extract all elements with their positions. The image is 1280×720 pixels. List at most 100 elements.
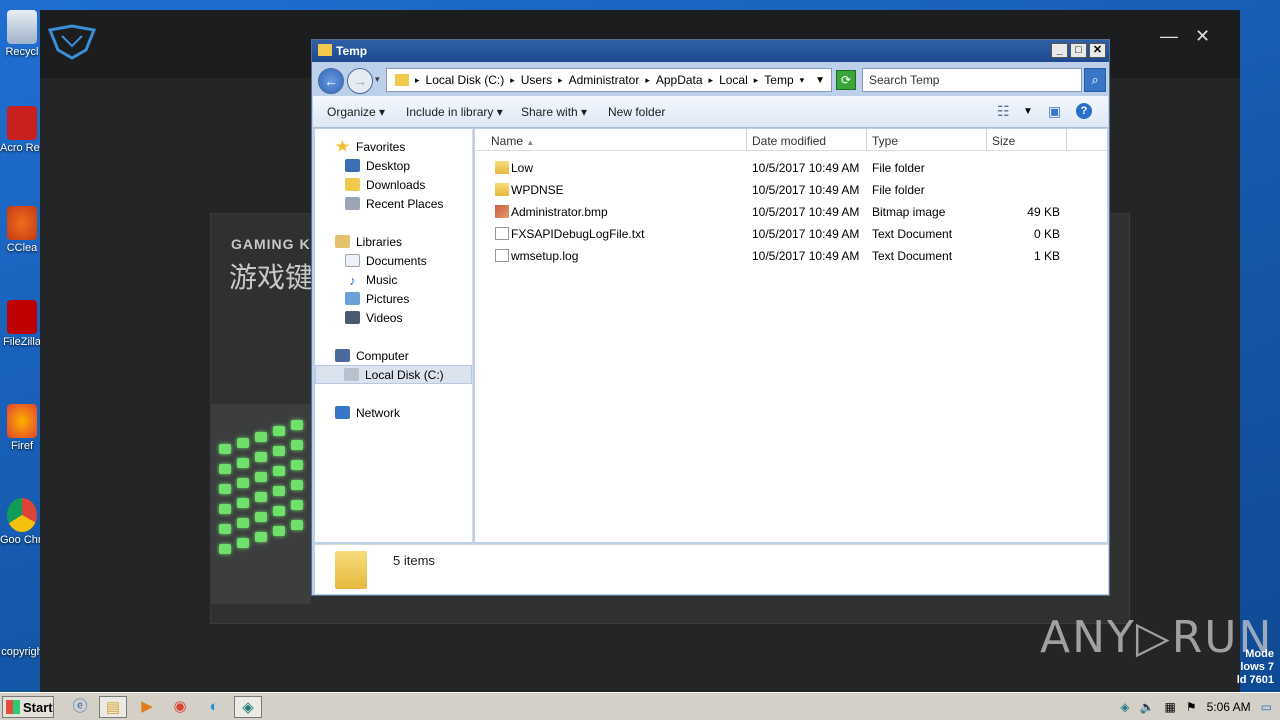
- recent-pages-chevron-icon[interactable]: ▾: [375, 74, 380, 85]
- breadcrumb-administrator[interactable]: Administrator: [569, 73, 640, 87]
- preview-pane-icon[interactable]: ▣: [1048, 103, 1061, 120]
- nav-pictures[interactable]: Pictures: [345, 289, 409, 308]
- details-pane: 5 items: [315, 544, 1108, 594]
- help-icon[interactable]: ?: [1076, 103, 1092, 119]
- address-bar[interactable]: ▸ Local Disk (C:) ▸ Users ▸ Administrato…: [386, 68, 832, 92]
- nav-music[interactable]: ♪ Music: [345, 270, 397, 289]
- desktop-icon-filezilla[interactable]: FileZilla: [0, 300, 44, 349]
- music-icon: ♪: [349, 273, 356, 288]
- volume-icon[interactable]: 🔈: [1140, 700, 1155, 714]
- change-view-icon[interactable]: ☷: [997, 103, 1010, 120]
- breadcrumb-local[interactable]: Local: [719, 73, 748, 87]
- include-in-library-menu[interactable]: Include in library ▾: [406, 105, 503, 119]
- nav-documents[interactable]: Documents: [345, 251, 427, 270]
- folder-icon: [495, 161, 509, 174]
- action-center-flag-icon[interactable]: ⚑: [1186, 700, 1197, 714]
- internet-explorer-icon[interactable]: ⓔ: [66, 696, 94, 718]
- libraries-icon: [335, 235, 350, 248]
- nav-videos[interactable]: Videos: [345, 308, 402, 327]
- refresh-icon[interactable]: ⟳: [836, 70, 856, 90]
- panel-heading: GAMING K: [231, 236, 311, 252]
- file-date: 10/5/2017 10:49 AM: [752, 205, 860, 219]
- view-dropdown-icon[interactable]: ▼: [1023, 106, 1033, 117]
- minimize-button[interactable]: _: [1051, 43, 1068, 58]
- file-row[interactable]: Administrator.bmp 10/5/2017 10:49 AM Bitma…: [475, 201, 1107, 223]
- forward-button[interactable]: →: [347, 68, 373, 94]
- file-list: Name ▲ Date modified Type Size Low 10/5/2…: [475, 129, 1107, 542]
- search-input[interactable]: Search Temp: [862, 68, 1082, 92]
- windows-mode-text: Mode lows 7 ld 7601: [1236, 648, 1274, 686]
- nav-favorites[interactable]: Favorites: [335, 137, 405, 156]
- recycle-bin-icon: [7, 10, 37, 44]
- desktop-icon-ccleaner[interactable]: CClea: [0, 206, 44, 255]
- app-minimize-button[interactable]: —: [1160, 26, 1178, 47]
- breadcrumb-temp[interactable]: Temp: [764, 73, 793, 87]
- windows-logo-icon: [6, 700, 20, 714]
- desktop-icon: [345, 159, 360, 172]
- column-size[interactable]: Size: [992, 134, 1015, 148]
- desktop-icon-copyright[interactable]: copyrigh: [0, 646, 44, 659]
- file-row[interactable]: Low 10/5/2017 10:49 AM File folder: [475, 157, 1107, 179]
- start-button[interactable]: Start: [2, 696, 54, 718]
- desktop-icon-firefox[interactable]: Firef: [0, 404, 44, 453]
- file-row[interactable]: FXSAPIDebugLogFile.txt 10/5/2017 10:49 AM…: [475, 223, 1107, 245]
- keyboard-image: [211, 404, 311, 604]
- back-button[interactable]: ←: [318, 68, 344, 94]
- folder-icon: [495, 183, 509, 196]
- nav-computer[interactable]: Computer: [335, 346, 409, 365]
- gaming-app-taskbar-icon[interactable]: ◈: [234, 696, 262, 718]
- text-file-icon: [495, 227, 509, 240]
- folder-icon: [395, 74, 409, 86]
- breadcrumb-users[interactable]: Users: [521, 73, 552, 87]
- file-type: File folder: [872, 161, 925, 175]
- desktop-icon-recycle-bin[interactable]: Recycl: [0, 10, 44, 59]
- breadcrumb-appdata[interactable]: AppData: [656, 73, 703, 87]
- nav-recent-places[interactable]: Recent Places: [345, 194, 443, 213]
- column-type[interactable]: Type: [872, 134, 898, 148]
- column-name[interactable]: Name ▲: [491, 134, 534, 148]
- computer-icon: [335, 349, 350, 362]
- star-icon: [335, 140, 350, 152]
- address-row: ← → ▾ ▸ Local Disk (C:) ▸ Users ▸ Admini…: [316, 66, 1106, 94]
- nav-network[interactable]: Network: [335, 403, 400, 422]
- media-player-icon[interactable]: ▶: [133, 696, 161, 718]
- clock[interactable]: 5:06 AM: [1207, 700, 1251, 714]
- file-type: Text Document: [872, 249, 953, 263]
- breadcrumb-chevron-icon[interactable]: ▾: [800, 75, 805, 86]
- chrome-icon: [7, 498, 37, 532]
- panel-subheading: 游戏键: [229, 261, 314, 294]
- maximize-button[interactable]: □: [1070, 43, 1087, 58]
- chrome-taskbar-icon[interactable]: ◉: [166, 696, 194, 718]
- address-dropdown-icon[interactable]: ▼: [815, 75, 825, 86]
- nav-downloads[interactable]: Downloads: [345, 175, 425, 194]
- network-tray-icon[interactable]: ◈: [1120, 700, 1129, 714]
- file-size: 0 KB: [1033, 227, 1060, 241]
- nav-libraries[interactable]: Libraries: [335, 232, 402, 251]
- new-folder-button[interactable]: New folder: [608, 105, 665, 119]
- nav-local-disk[interactable]: Local Disk (C:): [315, 365, 472, 384]
- file-name: Administrator.bmp: [511, 205, 608, 219]
- close-button[interactable]: ✕: [1089, 43, 1106, 58]
- explorer-window: Temp _ □ ✕ ← → ▾ ▸ Local Disk (C:) ▸ Use…: [311, 39, 1110, 596]
- file-date: 10/5/2017 10:49 AM: [752, 161, 860, 175]
- explorer-titlebar[interactable]: Temp _ □ ✕: [312, 40, 1109, 62]
- desktop-icon-acrobat[interactable]: Acro Reade: [0, 106, 44, 155]
- nav-desktop[interactable]: Desktop: [345, 156, 410, 175]
- taskbar: Start ⓔ ▤ ▶ ◉ ◐ ◈ ◈ 🔈 ▦ ⚑ 5:06 AM ▭: [0, 692, 1280, 720]
- search-icon[interactable]: ⌕: [1084, 68, 1106, 92]
- breadcrumb-local-disk[interactable]: Local Disk (C:): [426, 73, 505, 87]
- app-close-button[interactable]: ✕: [1195, 26, 1210, 47]
- explorer-taskbar-icon[interactable]: ▤: [99, 696, 127, 718]
- desktop-icon-chrome[interactable]: Goo Chro: [0, 498, 44, 547]
- share-with-menu[interactable]: Share with ▾: [521, 105, 587, 119]
- show-desktop-icon[interactable]: ▭: [1261, 700, 1272, 714]
- network-status-icon[interactable]: ▦: [1165, 700, 1176, 714]
- documents-icon: [345, 254, 360, 267]
- file-row[interactable]: wmsetup.log 10/5/2017 10:49 AM Text Docume…: [475, 245, 1107, 267]
- column-date-modified[interactable]: Date modified: [752, 134, 826, 148]
- organize-menu[interactable]: Organize ▾: [327, 105, 385, 119]
- network-icon: [335, 406, 350, 419]
- file-size: 49 KB: [1027, 205, 1060, 219]
- edge-icon[interactable]: ◐: [200, 696, 228, 718]
- file-row[interactable]: WPDNSE 10/5/2017 10:49 AM File folder: [475, 179, 1107, 201]
